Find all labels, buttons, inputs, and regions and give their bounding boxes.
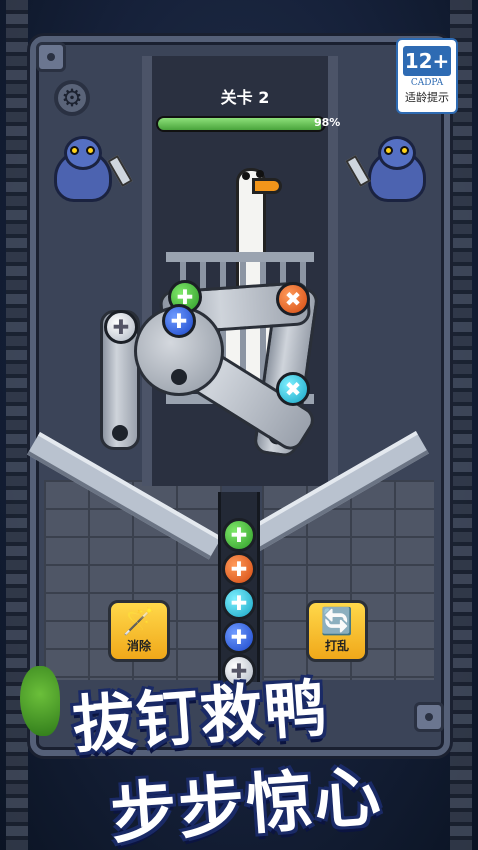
screw-cyan[interactable]: ✖: [276, 372, 310, 406]
pigeon-left: [54, 136, 133, 206]
goose-eye: [242, 172, 250, 180]
pigeon-head: [64, 136, 102, 170]
frame-bolt: [36, 42, 66, 72]
age-rating-org: CADPA: [410, 78, 444, 88]
game-screen: ✚ ✚ ✖ ✚ ✖ ✚ ✚ ✚ ✚ ✚ ⚙ 关卡 2 98% 12+ CADPA…: [0, 0, 478, 850]
goose-beak: [252, 178, 282, 194]
screw-blue[interactable]: ✚: [162, 304, 196, 338]
pigeon-eye: [384, 146, 393, 155]
tube-screw-orange: ✚: [222, 552, 256, 586]
level-label: 关卡 2: [220, 88, 270, 107]
screw-white[interactable]: ✚: [104, 310, 138, 344]
pigeon-eye: [86, 146, 95, 155]
vine-leaves: [20, 666, 60, 736]
settings-button[interactable]: ⚙: [54, 80, 90, 116]
progress-fill: [158, 118, 321, 130]
plank-hole: [112, 425, 128, 441]
gear-icon: ⚙: [61, 84, 83, 112]
pigeon-head: [378, 136, 416, 170]
magic-wand-icon: 🪄: [122, 607, 156, 637]
age-rating: 12+: [403, 46, 451, 76]
tube-screw-green: ✚: [222, 518, 256, 552]
tube-screw-blue: ✚: [222, 620, 256, 654]
age-rating-badge: 12+ CADPA 适龄提示: [396, 38, 458, 114]
frame-bolt: [414, 702, 444, 732]
progress-text: 98%: [314, 116, 341, 129]
pigeon-eye: [70, 146, 79, 155]
eliminate-label: 消除: [126, 639, 151, 653]
age-rating-tip: 适龄提示: [405, 91, 449, 104]
goose-eye: [256, 170, 264, 178]
shuffle-icon: 🔄: [320, 607, 354, 637]
pigeon-eye: [400, 146, 409, 155]
promo-title-line2: 步步惊心: [108, 757, 385, 850]
shuffle-button[interactable]: 🔄 打乱: [306, 600, 368, 662]
eliminate-button[interactable]: 🪄 消除: [108, 600, 170, 662]
progress-bar: [156, 116, 326, 132]
chain-right: [450, 0, 472, 850]
pigeon-right: [345, 136, 426, 206]
shuffle-label: 打乱: [324, 639, 349, 653]
screw-orange[interactable]: ✖: [276, 282, 310, 316]
wheel-hole: [171, 369, 187, 385]
tube-screw-cyan: ✚: [222, 586, 256, 620]
